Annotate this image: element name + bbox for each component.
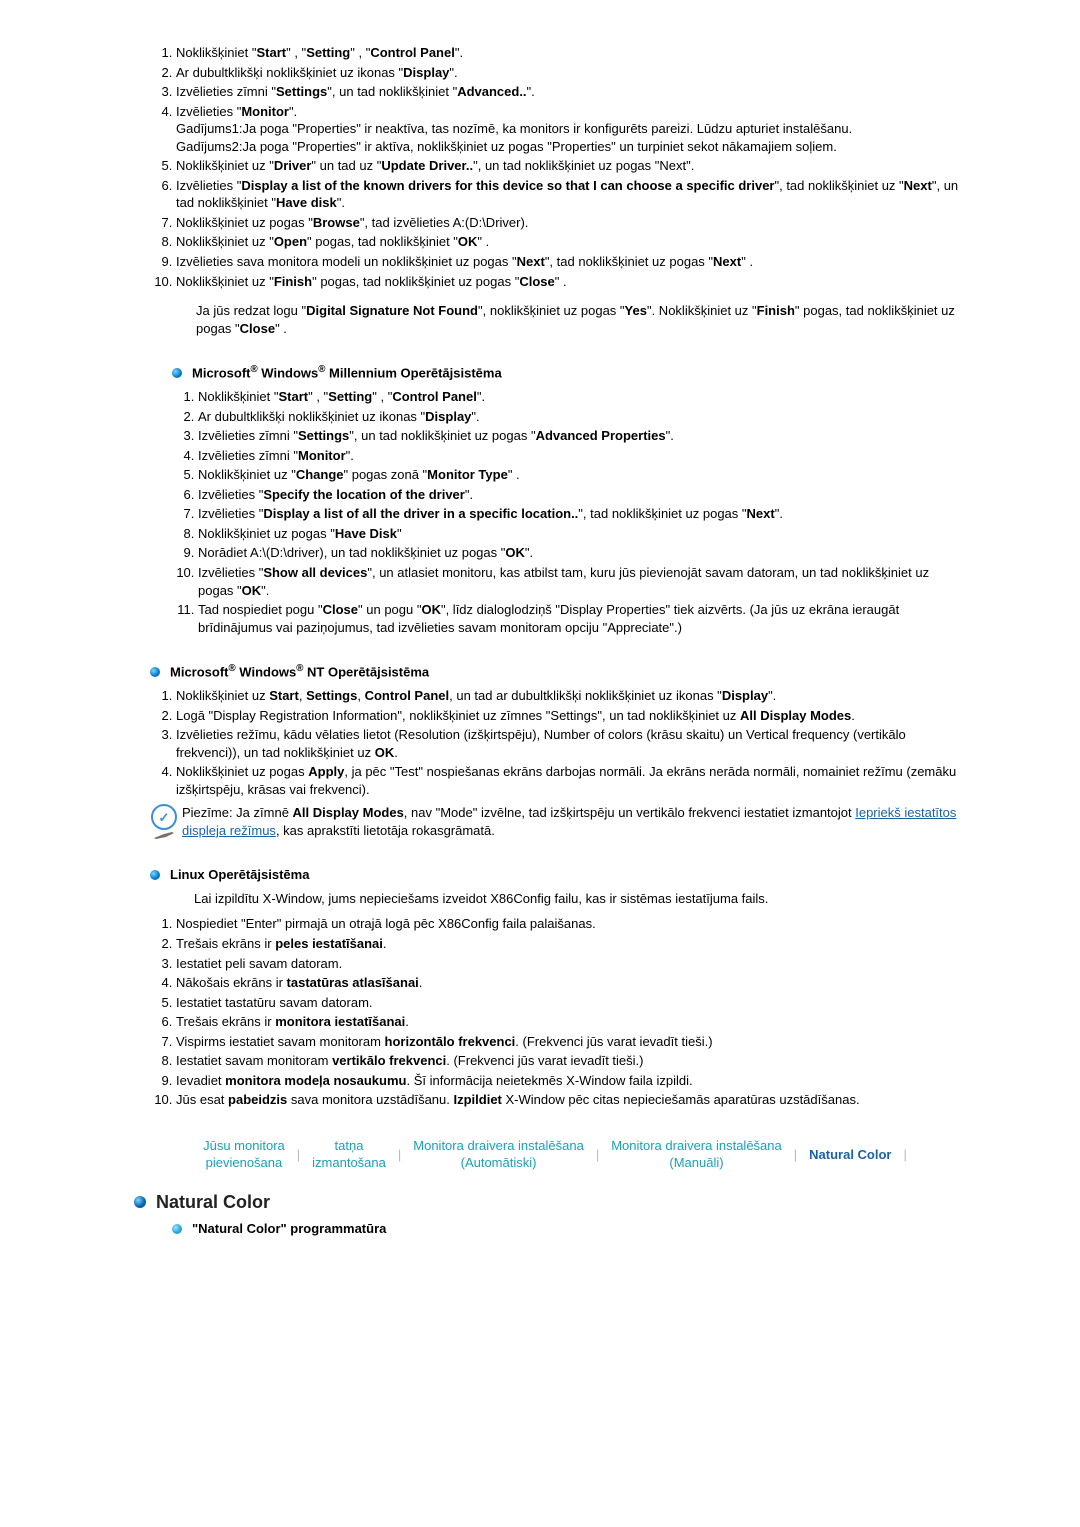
step: Noklikšķiniet uz "Driver" un tad uz "Upd…	[176, 157, 960, 175]
bullet-icon	[134, 1196, 146, 1208]
step: Jūs esat pabeidzis sava monitora uzstādī…	[176, 1091, 960, 1109]
section-header-me: Microsoft® Windows® Millennium Operētājs…	[172, 363, 960, 382]
section-header-linux: Linux Operētājsistēma	[150, 866, 960, 884]
natural-color-heading: Natural Color	[134, 1190, 960, 1214]
tab-separator: |	[794, 1146, 797, 1164]
step: Noklikšķiniet "Start" , "Setting" , "Con…	[176, 44, 960, 62]
step: Ar dubultklikšķi noklikšķiniet uz ikonas…	[176, 64, 960, 82]
step: Vispirms iestatiet savam monitoram horiz…	[176, 1033, 960, 1051]
install-steps-windows: Noklikšķiniet "Start" , "Setting" , "Con…	[150, 44, 960, 290]
step: Iestatiet peli savam datoram.	[176, 955, 960, 973]
step: Ievadiet monitora modeļa nosaukumu. Šī i…	[176, 1072, 960, 1090]
tab-separator: |	[596, 1146, 599, 1164]
step: Trešais ekrāns ir monitora iestatīšanai.	[176, 1013, 960, 1031]
tab-separator: |	[398, 1146, 401, 1164]
tab-separator: |	[903, 1146, 906, 1164]
step: Izvēlieties sava monitora modeli un nokl…	[176, 253, 960, 271]
step: Iestatiet savam monitoram vertikālo frek…	[176, 1052, 960, 1070]
tab-monitor-connection[interactable]: Jūsu monitorapievienošana	[203, 1137, 285, 1172]
case2: Gadījums2:Ja poga "Properties" ir aktīva…	[176, 138, 960, 156]
tab-natural-color[interactable]: Natural Color	[809, 1146, 891, 1164]
step: Iestatiet tastatūru savam datoram.	[176, 994, 960, 1012]
step: Izvēlieties zīmni "Settings", un tad nok…	[176, 83, 960, 101]
hand-icon	[152, 828, 176, 840]
step: Izvēlieties režīmu, kādu vēlaties lietot…	[176, 726, 960, 761]
check-icon: ✓	[159, 811, 170, 824]
step: Ar dubultklikšķi noklikšķiniet uz ikonas…	[198, 408, 960, 426]
step: Izvēlieties zīmni "Settings", un tad nok…	[198, 427, 960, 445]
step: Izvēlieties "Monitor". Gadījums1:Ja poga…	[176, 103, 960, 156]
step: Noklikšķiniet uz pogas "Browse", tad izv…	[176, 214, 960, 232]
step: Izvēlieties "Specify the location of the…	[198, 486, 960, 504]
step: Noklikšķiniet uz "Finish" pogas, tad nok…	[176, 273, 960, 291]
install-steps-nt: Noklikšķiniet uz Start, Settings, Contro…	[150, 687, 960, 798]
step: Noklikšķiniet uz pogas "Have Disk"	[198, 525, 960, 543]
step: Noklikšķiniet uz "Change" pogas zonā "Mo…	[198, 466, 960, 484]
linux-intro: Lai izpildītu X-Window, jums nepieciešam…	[194, 890, 960, 908]
natural-color-sub: "Natural Color" programmatūra	[172, 1220, 960, 1238]
step: Nospiediet "Enter" pirmajā un otrajā log…	[176, 915, 960, 933]
step: Nākošais ekrāns ir tastatūras atlasīšana…	[176, 974, 960, 992]
step: Noklikšķiniet uz Start, Settings, Contro…	[176, 687, 960, 705]
step: Norādiet A:\(D:\driver), un tad noklikšķ…	[198, 544, 960, 562]
tab-stand-usage[interactable]: tatņaizmantošana	[312, 1137, 386, 1172]
step: Tad nospiediet pogu "Close" un pogu "OK"…	[198, 601, 960, 636]
step: Izvēlieties zīmni "Monitor".	[198, 447, 960, 465]
step: Logā "Display Registration Information",…	[176, 707, 960, 725]
bullet-icon	[150, 870, 160, 880]
install-steps-linux: Nospiediet "Enter" pirmajā un otrajā log…	[150, 915, 960, 1108]
step: Izvēlieties "Show all devices", un atlas…	[198, 564, 960, 599]
tab-nav: Jūsu monitorapievienošana | tatņaizmanto…	[150, 1137, 960, 1172]
step: Noklikšķiniet "Start" , "Setting" , "Con…	[198, 388, 960, 406]
step: Noklikšķiniet uz "Open" pogas, tad nokli…	[176, 233, 960, 251]
note-block: ✓ Piezīme: Ja zīmnē All Display Modes, n…	[150, 804, 960, 840]
install-steps-me: Noklikšķiniet "Start" , "Setting" , "Con…	[172, 388, 960, 636]
bullet-icon	[172, 1224, 182, 1234]
tab-separator: |	[297, 1146, 300, 1164]
tab-driver-auto[interactable]: Monitora draivera instalēšana(Automātisk…	[413, 1137, 584, 1172]
step: Noklikšķiniet uz pogas Apply, ja pēc "Te…	[176, 763, 960, 798]
step: Izvēlieties "Display a list of the known…	[176, 177, 960, 212]
bullet-icon	[172, 368, 182, 378]
case1: Gadījums1:Ja poga "Properties" ir neaktī…	[176, 120, 960, 138]
note-icon: ✓	[150, 804, 178, 840]
sig-note: Ja jūs redzat logu "Digital Signature No…	[196, 302, 960, 337]
bullet-icon	[150, 667, 160, 677]
step: Izvēlieties "Display a list of all the d…	[198, 505, 960, 523]
tab-driver-manual[interactable]: Monitora draivera instalēšana(Manuāli)	[611, 1137, 782, 1172]
step: Trešais ekrāns ir peles iestatīšanai.	[176, 935, 960, 953]
section-header-nt: Microsoft® Windows® NT Operētājsistēma	[150, 662, 960, 681]
